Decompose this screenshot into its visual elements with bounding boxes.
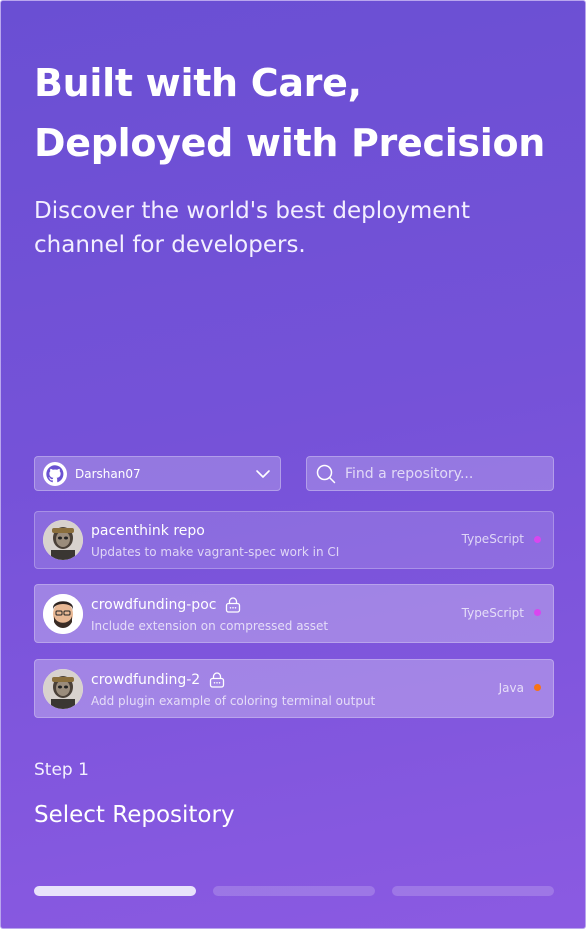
repo-name: crowdfunding-poc: [91, 596, 217, 613]
github-icon: [43, 461, 67, 486]
language-label: Java: [498, 680, 524, 695]
step-label: Step 1: [34, 760, 89, 780]
avatar: [43, 593, 83, 634]
search-icon: [316, 464, 336, 484]
repo-search[interactable]: [306, 456, 554, 491]
repo-description: Updates to make vagrant-spec work in CI: [91, 545, 340, 559]
lock-icon: [224, 596, 242, 614]
repo-item-crowdfunding-poc[interactable]: crowdfunding-poc Include extension on co…: [34, 584, 554, 643]
repo-language: TypeScript: [462, 532, 541, 546]
step-title: Select Repository: [34, 802, 235, 828]
account-name: Darshan07: [75, 466, 141, 481]
onboarding-panel: Built with Care, Deployed with Precision…: [0, 0, 586, 929]
repo-description: Add plugin example of coloring terminal …: [91, 693, 376, 708]
account-selector[interactable]: Darshan07: [34, 456, 281, 491]
language-label: TypeScript: [461, 532, 524, 546]
hero-title: Built with Care, Deployed with Precision: [34, 61, 546, 165]
repo-language: Java: [499, 681, 541, 695]
repo-info: crowdfunding-poc Include extension on co…: [91, 595, 462, 633]
repo-name: pacenthink repo: [91, 523, 205, 539]
progress-step-2: [213, 886, 375, 896]
language-color-dot: [534, 535, 541, 543]
avatar: [43, 520, 83, 560]
search-input[interactable]: [343, 464, 544, 483]
repo-description: Include extension on compressed asset: [91, 618, 329, 633]
repo-item-crowdfunding-2[interactable]: crowdfunding-2 Add plugin example of col…: [34, 659, 554, 718]
avatar: [43, 668, 83, 709]
repo-info: crowdfunding-2 Add plugin example of col…: [91, 670, 499, 708]
lock-icon: [208, 671, 226, 689]
language-label: TypeScript: [461, 605, 524, 620]
language-color-dot: [534, 684, 541, 691]
language-color-dot: [534, 609, 541, 616]
repo-item-pacenthink[interactable]: pacenthink repo Updates to make vagrant-…: [34, 511, 554, 569]
repo-info: pacenthink repo Updates to make vagrant-…: [91, 521, 462, 559]
repo-name: crowdfunding-2: [91, 671, 201, 688]
repo-language: TypeScript: [462, 606, 541, 620]
chevron-down-icon: [254, 465, 272, 483]
progress-step-3: [392, 886, 554, 896]
hero-subtitle: Discover the world's best deployment cha…: [34, 198, 470, 258]
progress-step-1-active: [34, 886, 196, 896]
